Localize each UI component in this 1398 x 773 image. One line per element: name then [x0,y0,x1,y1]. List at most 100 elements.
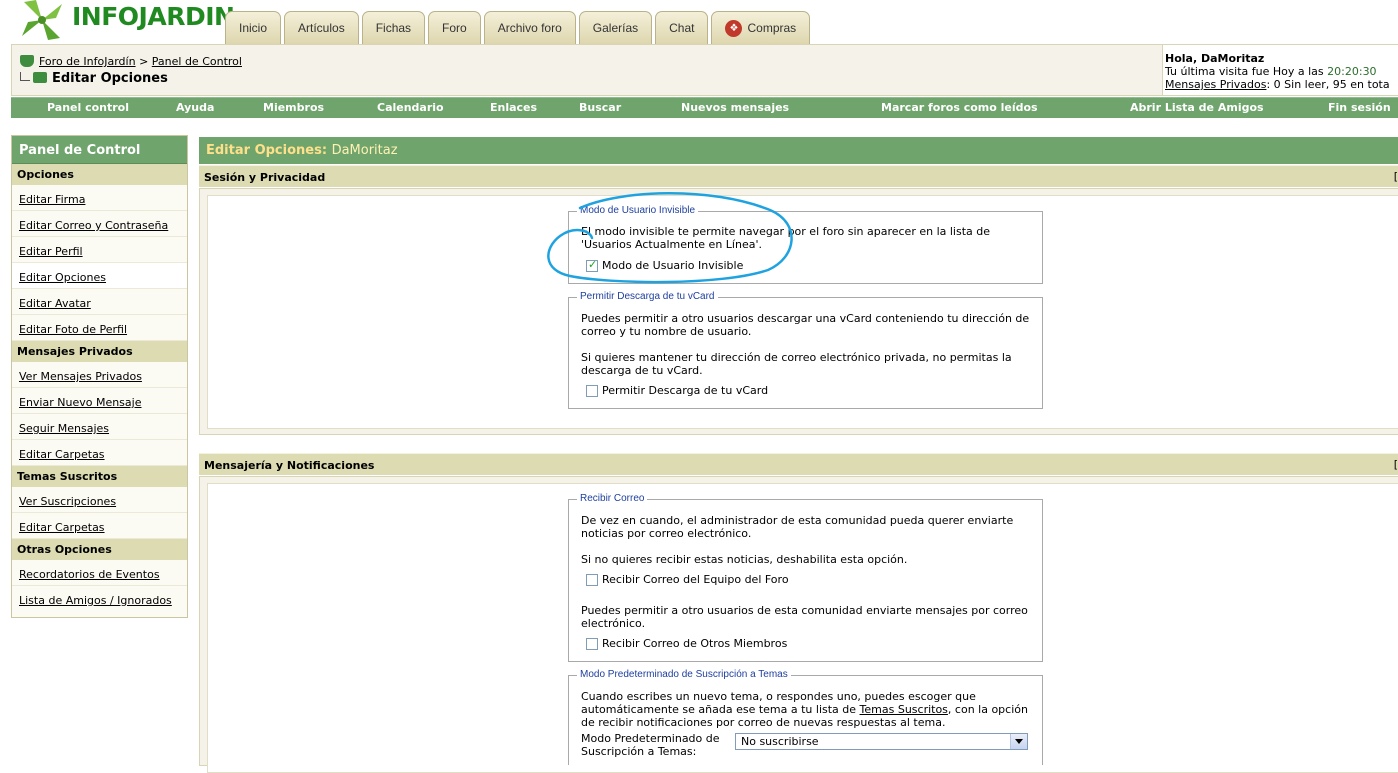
email-members-checkbox[interactable]: Recibir Correo de Otros Miembros [586,637,787,650]
tab-label: Galerías [592,21,639,35]
checkbox-label: Recibir Correo de Otros Miembros [602,637,788,650]
forum-navbar: Panel control Ayuda Miembros Calendario … [11,97,1398,118]
nav-miembros[interactable]: Miembros [263,101,324,114]
tab-label: Compras [747,21,797,35]
tab-inicio[interactable]: Inicio [225,11,282,44]
breadcrumb-link-forum[interactable]: Foro de InfoJardín [39,55,136,68]
sidebar-item-recordatorios[interactable]: Recordatorios de Eventos [12,560,187,586]
sidebar-link[interactable]: Ver Suscripciones [19,495,116,508]
tab-galerias[interactable]: Galerías [578,11,653,44]
collapse-toggle-icon[interactable]: [ [1394,170,1398,183]
tab-chat[interactable]: Chat [655,11,709,44]
sidebar-item-editar-opciones[interactable]: Editar Opciones [12,263,187,289]
sidebar-item-ver-mensajes[interactable]: Ver Mensajes Privados [12,362,187,388]
user-info: Hola, DaMoritaz Tu última visita fue Hoy… [1162,45,1398,95]
tab-fichas[interactable]: Fichas [361,11,426,44]
vcard-description-1: Puedes permitir a otro usuarios descarga… [581,312,1030,338]
fieldset-vcard: Permitir Descarga de tu vCard Puedes per… [568,291,1043,409]
fieldset-receive-email: Recibir Correo De vez en cuando, el admi… [568,493,1043,662]
sidebar-link[interactable]: Enviar Nuevo Mensaje [19,396,141,409]
sidebar-item-ver-suscripciones[interactable]: Ver Suscripciones [12,487,187,513]
fieldset-legend: Modo Predeterminado de Suscripción a Tem… [577,669,791,680]
control-panel-sidebar: Panel de Control Opciones Editar Firma E… [11,135,188,618]
sidebar-link[interactable]: Editar Avatar [19,297,91,310]
nav-ayuda[interactable]: Ayuda [176,101,214,114]
sidebar-item-editar-foto[interactable]: Editar Foto de Perfil [12,315,187,341]
sidebar-item-editar-carpetas[interactable]: Editar Carpetas [12,440,187,466]
sidebar-item-editar-correo[interactable]: Editar Correo y Contraseña [12,211,187,237]
breadcrumb-link-control-panel[interactable]: Panel de Control [152,55,242,68]
section-header-mensajeria[interactable]: Mensajería y Notificaciones [ [199,453,1398,475]
collapse-toggle-icon[interactable]: [ [1394,458,1398,471]
sidebar-link[interactable]: Ver Mensajes Privados [19,370,142,383]
checkbox-empty-icon[interactable] [586,637,598,650]
sidebar-link[interactable]: Editar Opciones [19,271,106,284]
email-staff-checkbox[interactable]: Recibir Correo del Equipo del Foro [586,573,789,586]
sidebar-link[interactable]: Lista de Amigos / Ignorados [19,594,172,607]
section-title: Sesión y Privacidad [204,171,326,184]
sidebar-link[interactable]: Editar Firma [19,193,85,206]
sidebar-title: Panel de Control [12,136,187,164]
tab-label: Artículos [298,21,345,35]
page-title-text: Editar Opciones [52,71,168,86]
nav-calendario[interactable]: Calendario [377,101,444,114]
nav-lista-amigos[interactable]: Abrir Lista de Amigos [1130,101,1264,114]
nav-nuevos-mensajes[interactable]: Nuevos mensajes [681,101,789,114]
sidebar-link[interactable]: Editar Correo y Contraseña [19,219,168,232]
page-title: Editar Opciones [20,71,168,86]
checkbox-empty-icon[interactable] [586,573,598,586]
tab-label: Inicio [239,21,268,35]
last-visit-time: 20:20:30 [1327,65,1377,78]
subscription-mode-select[interactable]: No suscribirse [735,733,1028,750]
nav-fin-sesion[interactable]: Fin sesión [1328,101,1391,114]
temas-suscritos-link[interactable]: Temas Suscritos [860,703,948,716]
email-description-1: De vez en cuando, el administrador de es… [581,514,1014,540]
breadcrumb: Foro de InfoJardín > Panel de Control [20,55,242,68]
last-visit-prefix: Tu última visita fue Hoy a las [1165,65,1324,78]
tab-label: Foro [442,21,467,35]
nav-panel-control[interactable]: Panel control [47,101,129,114]
nav-buscar[interactable]: Buscar [579,101,621,114]
vcard-checkbox[interactable]: Permitir Descarga de tu vCard [586,384,768,397]
main-title: Editar Opciones: [206,143,328,158]
tab-compras[interactable]: ❖ Compras [711,11,811,44]
pm-status: Mensajes Privados: 0 Sin leer, 95 en tot… [1165,78,1398,91]
sidebar-item-lista-amigos[interactable]: Lista de Amigos / Ignorados [12,586,187,612]
sidebar-item-editar-perfil[interactable]: Editar Perfil [12,237,187,263]
nav-marcar-leidos[interactable]: Marcar foros como leídos [881,101,1038,114]
tab-archivo-foro[interactable]: Archivo foro [483,11,576,44]
select-value: No suscribirse [741,735,819,748]
tab-foro[interactable]: Foro [428,11,481,44]
sidebar-link[interactable]: Editar Perfil [19,245,83,258]
fieldset-invisible-mode: Modo de Usuario Invisible El modo invisi… [568,205,1043,284]
main-title-bar: Editar Opciones: DaMoritaz [199,137,1398,164]
checkbox-checked-icon[interactable] [586,258,598,272]
subscription-field-label: Modo Predeterminado de Suscripción a Tem… [581,732,720,758]
private-messages-link[interactable]: Mensajes Privados [1165,78,1266,91]
sidebar-item-editar-carpetas-2[interactable]: Editar Carpetas [12,513,187,539]
tree-arrow-icon [20,72,30,81]
checkbox-empty-icon[interactable] [586,384,598,397]
site-logo[interactable]: INFOJARDIN [18,0,235,40]
sidebar-item-editar-avatar[interactable]: Editar Avatar [12,289,187,315]
sidebar-link[interactable]: Editar Carpetas [19,521,105,534]
sidebar-item-seguir-mensajes[interactable]: Seguir Mensajes [12,414,187,440]
section-header-sesion-privacidad[interactable]: Sesión y Privacidad [ [199,165,1398,187]
sidebar-link[interactable]: Recordatorios de Eventos [19,568,160,581]
sidebar-link[interactable]: Editar Carpetas [19,448,105,461]
invisible-description: El modo invisible te permite navegar por… [581,225,991,251]
invisible-mode-checkbox[interactable]: Modo de Usuario Invisible [586,258,743,272]
dropdown-arrow-icon[interactable] [1010,734,1027,749]
sidebar-link[interactable]: Editar Foto de Perfil [19,323,127,336]
fieldset-subscription-mode: Modo Predeterminado de Suscripción a Tem… [568,669,1043,765]
sidebar-item-editar-firma[interactable]: Editar Firma [12,185,187,211]
sidebar-section-otras: Otras Opciones [12,539,187,560]
sidebar-section-opciones: Opciones [12,164,187,185]
subscription-description: Cuando escribes un nuevo tema, o respond… [581,690,1036,729]
sidebar-link[interactable]: Seguir Mensajes [19,422,109,435]
tab-articulos[interactable]: Artículos [284,11,359,44]
sidebar-item-enviar-mensaje[interactable]: Enviar Nuevo Mensaje [12,388,187,414]
nav-enlaces[interactable]: Enlaces [490,101,537,114]
site-header: INFOJARDIN Inicio Artículos Fichas Foro … [0,0,1398,44]
checkbox-label: Permitir Descarga de tu vCard [602,384,769,397]
